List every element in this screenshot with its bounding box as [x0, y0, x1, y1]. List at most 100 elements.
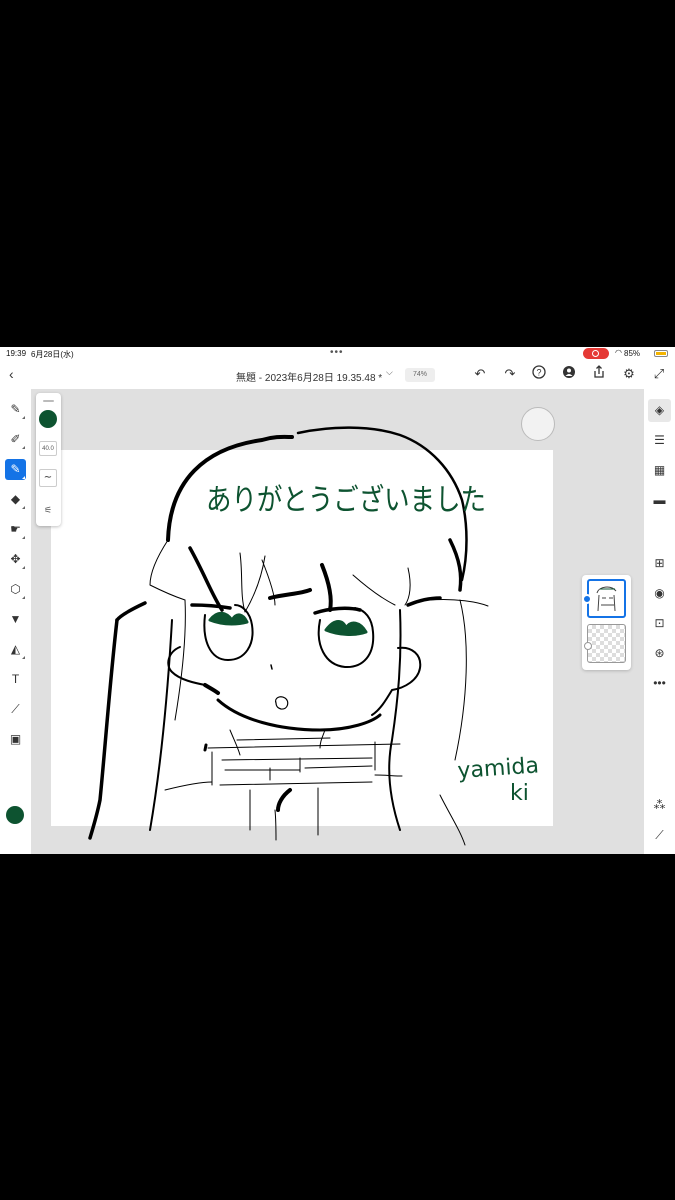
drag-handle[interactable]: [43, 400, 54, 402]
active-layer-indicator: [582, 594, 592, 604]
battery-icon: [654, 350, 668, 357]
bangs: [448, 538, 463, 592]
fill-bucket-icon[interactable]: ▼: [5, 609, 26, 630]
ruler-icon[interactable]: ⟋: [648, 824, 671, 847]
add-layer-icon[interactable]: ⊞: [648, 552, 671, 575]
status-date: 6月28日(水): [31, 350, 74, 359]
zoom-level[interactable]: 74%: [405, 368, 435, 382]
touch-shortcut-button[interactable]: [521, 407, 555, 441]
bangs: [404, 567, 411, 606]
lasso-icon[interactable]: ⬡: [5, 579, 26, 600]
work-area[interactable]: ありがとうございました yamida ki: [31, 389, 644, 854]
battery-percent: 85%: [624, 349, 641, 358]
smudge-icon[interactable]: ☛: [5, 519, 26, 540]
add-user-icon[interactable]: [560, 365, 578, 383]
bangs: [320, 563, 333, 612]
grid-icon[interactable]: ▦: [648, 459, 671, 482]
nose: [270, 664, 273, 670]
collar: [221, 757, 373, 761]
face-outline: [216, 698, 382, 732]
eye-right: [313, 606, 362, 615]
redo-icon[interactable]: ↷: [501, 365, 519, 383]
sampler-icon[interactable]: ⁂: [648, 794, 671, 817]
eyedropper-icon[interactable]: ⟋: [5, 699, 26, 720]
collar-button: [276, 788, 292, 812]
neck: [229, 729, 241, 756]
brush-flow-icon[interactable]: ∼: [39, 469, 57, 487]
move-icon[interactable]: ✥: [5, 549, 26, 570]
undo-icon[interactable]: ↶: [471, 365, 489, 383]
layer-status-indicator: [584, 642, 592, 650]
pencil-brush-icon[interactable]: ✐: [5, 429, 26, 450]
brush-size-input[interactable]: 40.0: [39, 441, 57, 456]
face-outline: [203, 683, 220, 695]
eye-left-iris: [208, 611, 249, 626]
hair-side-left: [174, 599, 186, 721]
layer-thumbnail-empty[interactable]: [587, 624, 626, 663]
eye-right-iris: [324, 620, 368, 636]
gear-icon[interactable]: ⚙: [620, 365, 638, 383]
shoulder-right: [374, 774, 403, 777]
thank-you-message: ありがとうございました: [206, 483, 486, 518]
bangs: [268, 588, 312, 600]
bangs: [188, 546, 224, 612]
svg-text:?: ?: [536, 368, 541, 378]
bangs: [352, 574, 396, 606]
hair-side-right: [454, 599, 467, 761]
status-time: 19:39: [6, 349, 27, 358]
recording-icon: [583, 348, 609, 359]
adjustments-icon[interactable]: ☰: [648, 429, 671, 452]
eye-right: [317, 607, 375, 669]
eye-left: [203, 604, 254, 661]
collar: [224, 765, 373, 771]
brush-color-button[interactable]: [39, 410, 57, 428]
artwork: ありがとうございました yamida ki: [88, 426, 540, 846]
app-screen: 19:39 6月28日(水) ••• ◠ 85% ‹ 無題 - 2023年6月2…: [0, 347, 675, 854]
eraser-icon[interactable]: ◆: [5, 489, 26, 510]
visibility-icon[interactable]: ◉: [648, 582, 671, 605]
brush-settings-icon[interactable]: ⚟: [39, 503, 57, 517]
collar-line: [274, 809, 277, 841]
left-toolbar: ✎ ✐ ✎ ◆ ☛ ✥ ⬡ ▼ ◭ T ⟋ ▣: [0, 389, 31, 854]
layers-icon[interactable]: ◈: [648, 399, 671, 422]
hair-side-right: [388, 609, 402, 831]
face-outline: [167, 646, 206, 686]
merge-layer-icon[interactable]: ⊡: [648, 612, 671, 635]
brush-panel: 40.0 ∼ ⚟: [36, 393, 61, 526]
text-icon[interactable]: T: [5, 669, 26, 690]
image-icon[interactable]: ▣: [5, 729, 26, 750]
bangs: [406, 596, 442, 607]
collar: [219, 781, 373, 786]
wifi-icon: ◠: [615, 348, 622, 357]
shoulder-left: [164, 781, 213, 791]
hair-side-right: [439, 794, 466, 846]
help-icon[interactable]: ?: [530, 365, 548, 383]
mouth: [275, 696, 289, 710]
shape-icon[interactable]: ◭: [5, 639, 26, 660]
hair-side-left: [149, 619, 173, 831]
hair-side-left: [115, 601, 147, 622]
collar-line: [203, 743, 208, 752]
hair-side-left: [88, 618, 119, 840]
collar: [269, 757, 301, 781]
share-icon[interactable]: [590, 365, 608, 383]
document-title[interactable]: 無題 - 2023年6月28日 19.35.48 *: [236, 369, 382, 384]
signature-line1: yamida: [457, 753, 540, 784]
chevron-down-icon[interactable]: ⌵: [386, 367, 393, 378]
more-icon[interactable]: •••: [648, 672, 671, 695]
layer-thumbnail-drawing[interactable]: [587, 579, 626, 618]
bangs: [239, 552, 266, 613]
collar: [236, 737, 331, 741]
multitask-dots[interactable]: •••: [330, 347, 344, 358]
hair-side-right: [429, 599, 489, 607]
paint-brush-icon[interactable]: ✎: [5, 459, 26, 480]
color-swatch[interactable]: [6, 806, 24, 824]
fullscreen-icon[interactable]: ⤢: [650, 365, 668, 383]
eye-left: [190, 603, 232, 610]
fill-brush-icon[interactable]: ✎: [5, 399, 26, 420]
comments-icon[interactable]: ▬: [648, 489, 671, 512]
hair-side-left: [149, 539, 186, 601]
back-icon[interactable]: ‹: [9, 366, 14, 382]
blend-icon[interactable]: ⊛: [648, 642, 671, 665]
status-bar: 19:39 6月28日(水) ••• ◠ 85%: [0, 347, 675, 361]
